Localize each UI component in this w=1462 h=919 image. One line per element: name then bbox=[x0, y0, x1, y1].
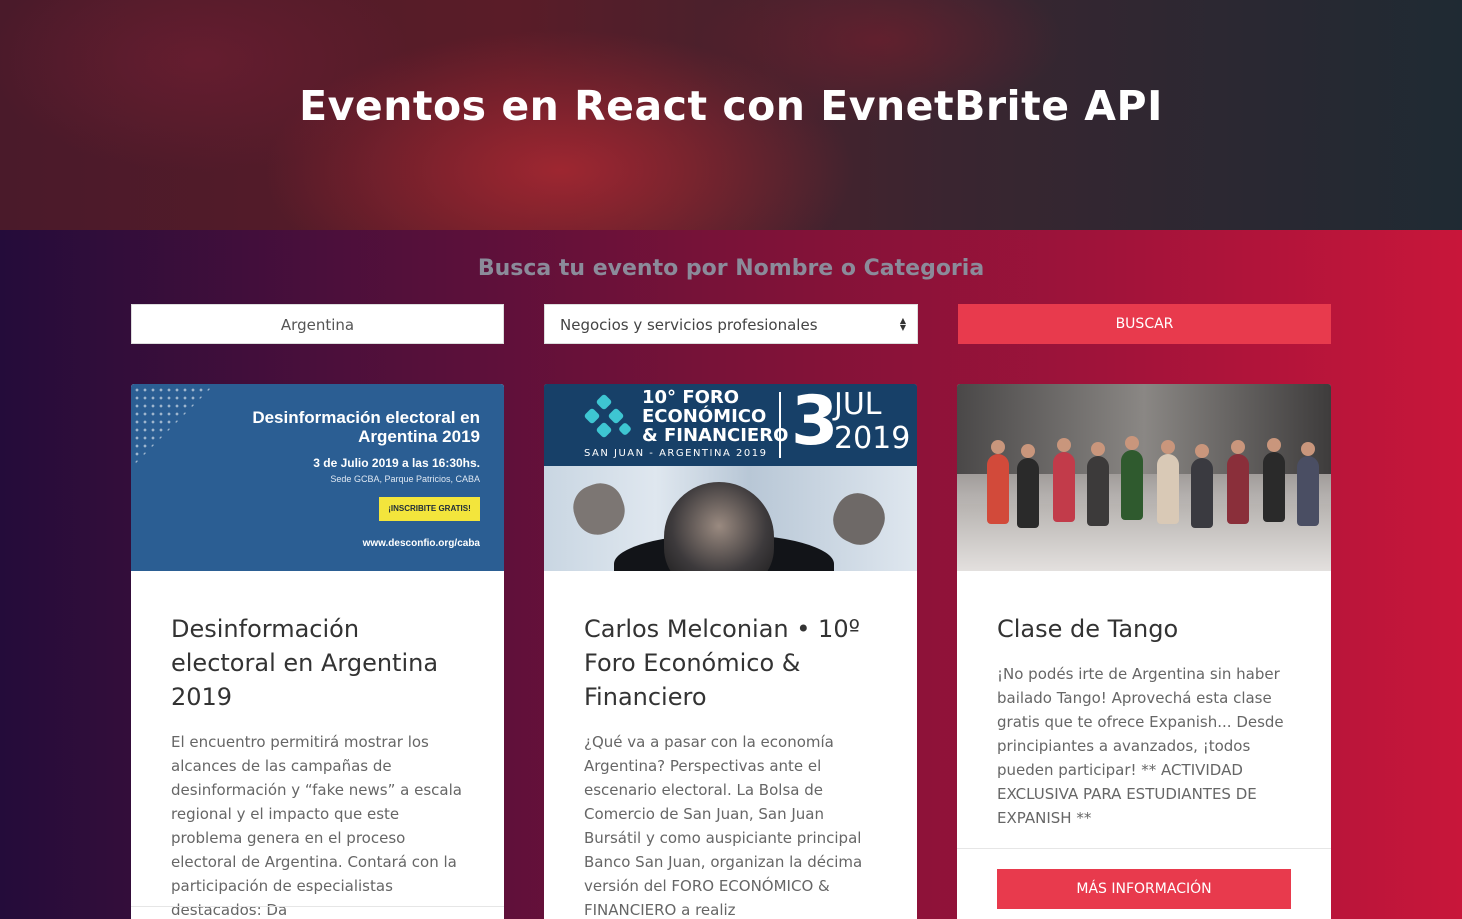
event-title: Carlos Melconian • 10º Foro Económico & … bbox=[584, 615, 860, 711]
event-card: Clase de Tango ¡No podés irte de Argenti… bbox=[957, 384, 1331, 919]
hero-banner: Eventos en React con EvnetBrite API bbox=[0, 0, 1462, 230]
dancer bbox=[1263, 452, 1285, 522]
event-image[interactable]: Desinformación electoral en Argentina 20… bbox=[131, 384, 504, 571]
image-heading: Desinformación electoral en Argentina 20… bbox=[252, 408, 480, 446]
dancer bbox=[1227, 454, 1249, 524]
event-card: 10° FORO ECONÓMICO & FINANCIERO SAN JUAN… bbox=[544, 384, 917, 919]
category-select-value: Negocios y servicios profesionales bbox=[560, 316, 818, 334]
event-title: Clase de Tango bbox=[997, 615, 1179, 643]
event-body: Clase de Tango ¡No podés irte de Argenti… bbox=[997, 612, 1295, 830]
event-card: Desinformación electoral en Argentina 20… bbox=[131, 384, 504, 919]
image-date: 3 de Julio 2019 a las 16:30hs. bbox=[313, 456, 480, 470]
dancer-head bbox=[1231, 440, 1245, 454]
search-subtitle: Busca tu evento por Nombre o Categoria bbox=[477, 256, 985, 281]
country-input-value: Argentina bbox=[280, 316, 355, 334]
page-title: Eventos en React con EvnetBrite API bbox=[299, 82, 1163, 130]
foro-logo-icon bbox=[584, 394, 631, 438]
dancer bbox=[1053, 452, 1075, 522]
foro-month-year: JUL 2019 bbox=[834, 387, 911, 456]
foro-day: 3 bbox=[791, 384, 839, 461]
foro-heading: 10° FORO ECONÓMICO & FINANCIERO bbox=[642, 387, 789, 446]
banner-divider bbox=[779, 392, 781, 458]
event-description: ¿Qué va a pasar con la economía Argentin… bbox=[584, 733, 863, 919]
dots-pattern bbox=[133, 386, 213, 466]
dancer-head bbox=[1057, 438, 1071, 452]
dancer-head bbox=[1125, 436, 1139, 450]
image-badge: ¡INSCRIBITE GRATIS! bbox=[379, 497, 480, 521]
dancer bbox=[1157, 454, 1179, 524]
search-button[interactable]: BUSCAR bbox=[958, 304, 1331, 344]
dancer-head bbox=[1021, 444, 1035, 458]
foro-location: SAN JUAN - ARGENTINA 2019 bbox=[584, 448, 768, 459]
card-divider bbox=[957, 848, 1331, 849]
dancer bbox=[1191, 458, 1213, 528]
dancer bbox=[1087, 456, 1109, 526]
dancer-head bbox=[1091, 442, 1105, 456]
image-venue: Sede GCBA, Parque Patricios, CABA bbox=[330, 474, 480, 484]
dancer bbox=[1297, 456, 1319, 526]
event-title: Desinformación electoral en Argentina 20… bbox=[171, 615, 439, 711]
dancer-head bbox=[1161, 440, 1175, 454]
dancer bbox=[1121, 450, 1143, 520]
dancer-head bbox=[1267, 438, 1281, 452]
country-input[interactable]: Argentina bbox=[131, 304, 504, 344]
category-select[interactable]: Negocios y servicios profesionales ▲ ▼ bbox=[544, 304, 918, 344]
event-description: El encuentro permitirá mostrar los alcan… bbox=[171, 733, 462, 919]
event-image[interactable] bbox=[957, 384, 1331, 571]
event-description: ¡No podés irte de Argentina sin haber ba… bbox=[997, 665, 1284, 827]
image-url: www.desconfio.org/caba bbox=[362, 538, 480, 549]
main-section: Busca tu evento por Nombre o Categoria A… bbox=[0, 230, 1462, 919]
dancer-head bbox=[1195, 444, 1209, 458]
dancer-head bbox=[991, 440, 1005, 454]
card-divider bbox=[131, 906, 504, 907]
dancer bbox=[1017, 458, 1039, 528]
event-body: Desinformación electoral en Argentina 20… bbox=[171, 612, 468, 919]
dancer bbox=[987, 454, 1009, 524]
event-image[interactable]: 10° FORO ECONÓMICO & FINANCIERO SAN JUAN… bbox=[544, 384, 917, 571]
dancer-head bbox=[1301, 442, 1315, 456]
event-body: Carlos Melconian • 10º Foro Económico & … bbox=[584, 612, 881, 919]
select-arrows-icon: ▲ ▼ bbox=[899, 316, 907, 332]
more-info-button[interactable]: MÁS INFORMACIÓN bbox=[997, 869, 1291, 909]
